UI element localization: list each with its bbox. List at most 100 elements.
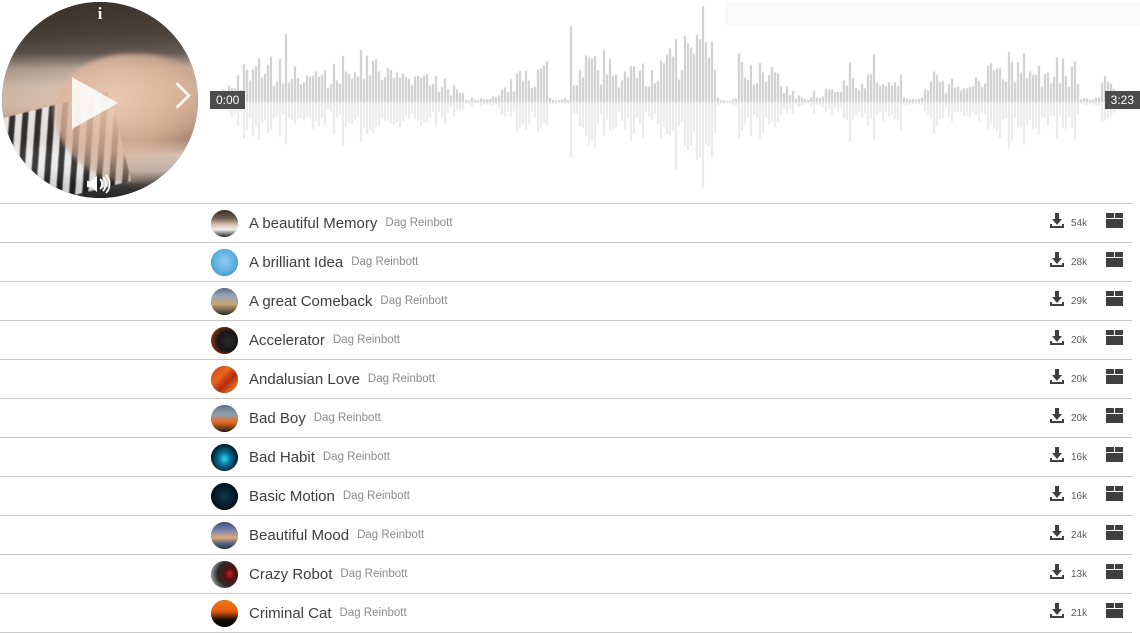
track-artwork — [211, 599, 238, 627]
track-row[interactable]: Criminal Cat Dag Reinbott 21k — [0, 594, 1132, 633]
track-artwork — [211, 560, 238, 588]
download-icon[interactable] — [1048, 524, 1066, 547]
track-thumbnail[interactable] — [211, 287, 238, 315]
download-count: 20k — [1071, 412, 1088, 424]
download-icon[interactable] — [1048, 485, 1066, 508]
track-thumbnail[interactable] — [211, 209, 238, 237]
track-artwork — [211, 248, 238, 276]
track-title: Crazy Robot — [249, 565, 333, 583]
download-icon[interactable] — [1048, 563, 1066, 586]
download-icon[interactable] — [1048, 602, 1066, 625]
circular-player[interactable]: i — [2, 2, 198, 198]
box-icon[interactable] — [1105, 251, 1124, 273]
track-title: A great Comeback — [249, 292, 373, 310]
track-row[interactable]: Crazy Robot Dag Reinbott 13k — [0, 555, 1132, 594]
track-row[interactable]: Bad Boy Dag Reinbott 20k — [0, 399, 1132, 438]
track-artist: Dag Reinbott — [322, 451, 390, 463]
box-icon[interactable] — [1105, 329, 1124, 351]
box-icon[interactable] — [1105, 212, 1124, 234]
track-actions: 28k — [1048, 251, 1132, 274]
track-title: A beautiful Memory — [249, 214, 378, 232]
download-count: 13k — [1071, 568, 1088, 580]
track-artwork — [211, 443, 238, 471]
track-thumbnail[interactable] — [211, 599, 238, 627]
track-artist: Dag Reinbott — [313, 412, 381, 424]
box-icon[interactable] — [1105, 407, 1124, 429]
download-icon[interactable] — [1048, 251, 1066, 274]
track-row[interactable]: Bad Habit Dag Reinbott 16k — [0, 438, 1132, 477]
download-count: 24k — [1071, 529, 1088, 541]
track-thumbnail[interactable] — [211, 365, 238, 393]
track-artwork — [211, 326, 238, 354]
track-row[interactable]: Beautiful Mood Dag Reinbott 24k — [0, 516, 1132, 555]
play-icon[interactable] — [72, 77, 118, 129]
download-count: 29k — [1071, 295, 1088, 307]
track-thumbnail[interactable] — [211, 560, 238, 588]
track-row[interactable]: A great Comeback Dag Reinbott 29k — [0, 282, 1132, 321]
track-title: Bad Habit — [249, 448, 315, 466]
track-title: Basic Motion — [249, 487, 335, 505]
download-count: 54k — [1071, 217, 1088, 229]
track-list: A beautiful Memory Dag Reinbott 54k A brill… — [0, 203, 1140, 633]
track-thumbnail[interactable] — [211, 326, 238, 354]
box-icon[interactable] — [1105, 368, 1124, 390]
box-icon[interactable] — [1105, 485, 1124, 507]
volume-icon[interactable] — [2, 174, 198, 198]
track-artwork — [211, 404, 238, 432]
download-icon[interactable] — [1048, 290, 1066, 313]
box-icon[interactable] — [1105, 290, 1124, 312]
track-artwork — [211, 209, 238, 237]
track-actions: 20k — [1048, 368, 1132, 391]
track-title: Beautiful Mood — [249, 526, 350, 544]
track-thumbnail[interactable] — [211, 482, 238, 510]
track-artist: Dag Reinbott — [351, 256, 419, 268]
track-actions: 20k — [1048, 329, 1132, 352]
info-icon[interactable]: i — [2, 4, 198, 24]
track-artwork — [211, 287, 238, 315]
download-icon[interactable] — [1048, 446, 1066, 469]
track-actions: 24k — [1048, 524, 1132, 547]
track-artist: Dag Reinbott — [340, 568, 408, 580]
track-title: Bad Boy — [249, 409, 306, 427]
track-thumbnail[interactable] — [211, 404, 238, 432]
track-artist: Dag Reinbott — [385, 217, 453, 229]
track-actions: 29k — [1048, 290, 1132, 313]
track-title: Andalusian Love — [249, 370, 360, 388]
track-thumbnail[interactable] — [211, 521, 238, 549]
box-icon[interactable] — [1105, 602, 1124, 624]
waveform-seekbar[interactable]: 0:00 3:23 — [210, 2, 1140, 196]
track-actions: 21k — [1048, 602, 1132, 625]
track-artwork — [211, 521, 238, 549]
download-icon[interactable] — [1048, 407, 1066, 430]
download-count: 20k — [1071, 334, 1088, 346]
current-time-badge: 0:00 — [210, 91, 246, 109]
download-count: 16k — [1071, 490, 1088, 502]
track-actions: 16k — [1048, 485, 1132, 508]
track-artist: Dag Reinbott — [357, 529, 425, 541]
box-icon[interactable] — [1105, 446, 1124, 468]
track-thumbnail[interactable] — [211, 443, 238, 471]
download-icon[interactable] — [1048, 212, 1066, 235]
track-actions: 13k — [1048, 563, 1132, 586]
track-title: A brilliant Idea — [249, 253, 344, 271]
download-count: 21k — [1071, 607, 1088, 619]
download-icon[interactable] — [1048, 329, 1066, 352]
track-actions: 16k — [1048, 446, 1132, 469]
waveform-canvas[interactable] — [210, 2, 1140, 196]
track-row[interactable]: A beautiful Memory Dag Reinbott 54k — [0, 203, 1132, 243]
track-row[interactable]: Basic Motion Dag Reinbott 16k — [0, 477, 1132, 516]
box-icon[interactable] — [1105, 524, 1124, 546]
track-row[interactable]: Accelerator Dag Reinbott 20k — [0, 321, 1132, 360]
total-time-badge: 3:23 — [1104, 91, 1140, 109]
track-title: Accelerator — [249, 331, 325, 349]
track-artist: Dag Reinbott — [332, 334, 400, 346]
download-icon[interactable] — [1048, 368, 1066, 391]
track-row[interactable]: Andalusian Love Dag Reinbott 20k — [0, 360, 1132, 399]
track-thumbnail[interactable] — [211, 248, 238, 276]
track-artist: Dag Reinbott — [339, 607, 407, 619]
track-artist: Dag Reinbott — [342, 490, 410, 502]
track-actions: 20k — [1048, 407, 1132, 430]
track-actions: 54k — [1048, 212, 1132, 235]
track-row[interactable]: A brilliant Idea Dag Reinbott 28k — [0, 243, 1132, 282]
box-icon[interactable] — [1105, 563, 1124, 585]
